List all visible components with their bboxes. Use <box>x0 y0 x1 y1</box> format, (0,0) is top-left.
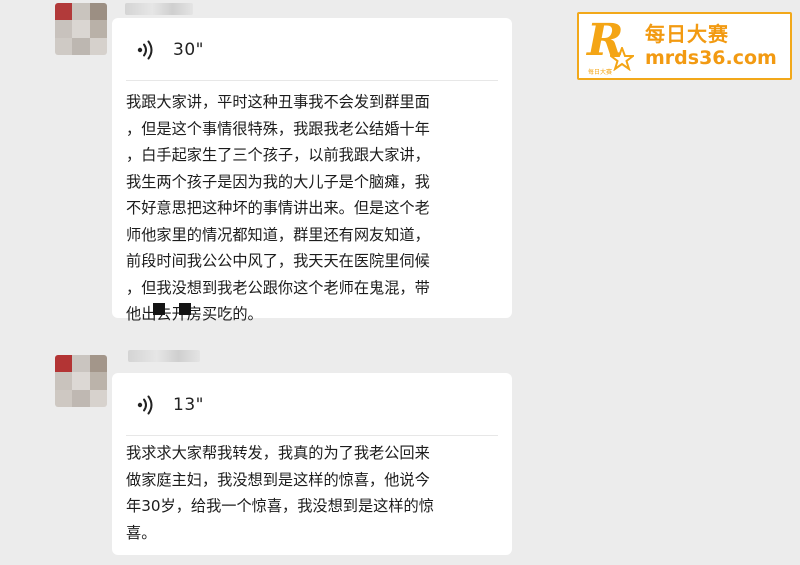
logo-url: mrds36.com <box>645 47 777 69</box>
logo-small-text: 每日大赛 <box>588 69 613 76</box>
divider <box>126 435 498 436</box>
redaction-mark <box>179 303 191 315</box>
message-bubble[interactable]: 30" 我跟大家讲，平时这种丑事我不会发到群里面 ，但是这个事情很特殊，我跟我老… <box>112 18 512 323</box>
voice-wave-icon <box>137 40 153 60</box>
voice-wave-icon <box>137 395 153 415</box>
star-icon <box>610 47 634 71</box>
divider <box>126 80 498 81</box>
voice-message[interactable]: 13" <box>137 395 204 415</box>
voice-message[interactable]: 30" <box>137 40 204 60</box>
transcribed-text: 我跟大家讲，平时这种丑事我不会发到群里面 ，但是这个事情很特殊，我跟我老公结婚十… <box>126 93 430 323</box>
transcribed-text: 我求求大家帮我转发，我真的为了我老公回来 做家庭主妇，我没想到是这样的惊喜，他说… <box>126 444 434 542</box>
avatar[interactable] <box>55 355 107 407</box>
voice-duration: 13" <box>173 395 204 415</box>
redaction-mark <box>153 303 165 315</box>
logo-name: 每日大赛 <box>645 22 729 46</box>
avatar[interactable] <box>55 3 107 55</box>
sender-name <box>128 350 200 362</box>
voice-duration: 30" <box>173 40 204 60</box>
sender-name <box>125 3 193 15</box>
message-bubble[interactable]: 13" 我求求大家帮我转发，我真的为了我老公回来 做家庭主妇，我没想到是这样的惊… <box>112 373 512 555</box>
watermark-logo: R 每日大赛 每日大赛 mrds36.com <box>577 12 792 80</box>
